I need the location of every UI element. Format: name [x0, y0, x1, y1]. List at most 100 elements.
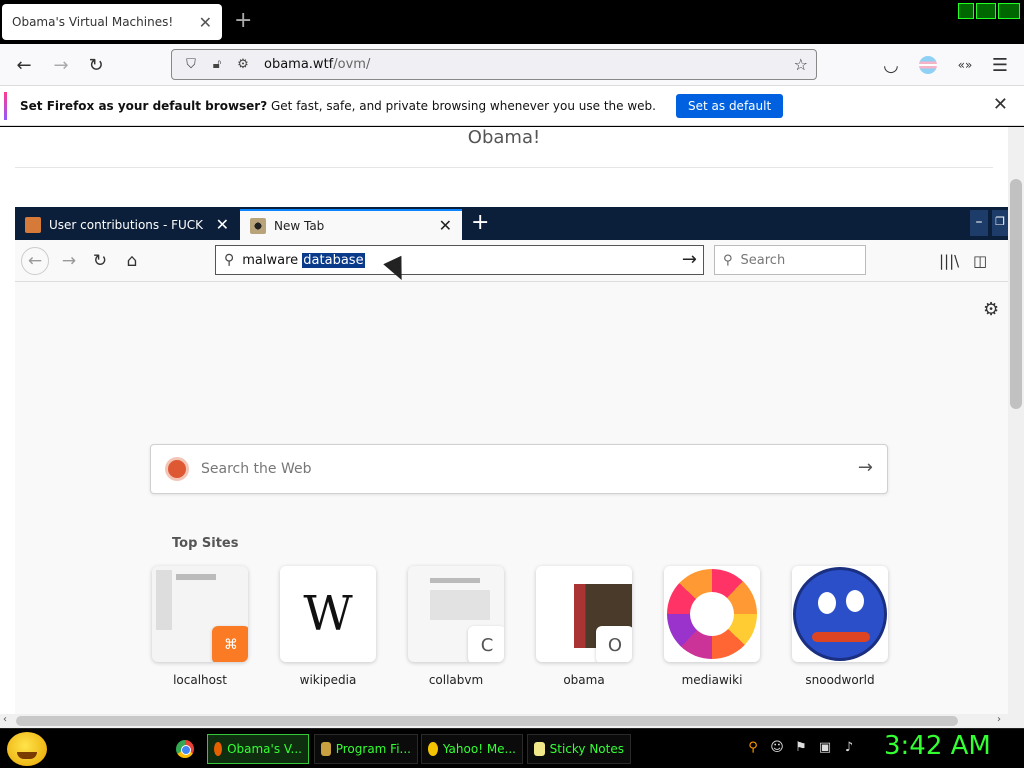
sunflower-petals — [667, 569, 757, 659]
address-text: obama.wtf/ovm/ — [264, 57, 370, 72]
vm-restore-button[interactable]: ❐ — [992, 210, 1008, 236]
top-site-label: mediawiki — [681, 673, 743, 687]
taskbar-item-label: Obama's V... — [227, 742, 302, 756]
site-thumbnail: C — [408, 566, 504, 662]
home-icon[interactable]: ⌂ — [118, 247, 146, 275]
top-site-snoodworld[interactable]: snoodworld — [792, 566, 888, 687]
eye-favicon-icon — [250, 217, 266, 234]
web-search-box[interactable]: Search the Web → — [150, 444, 888, 494]
thumb-heading — [176, 574, 216, 580]
pocket-icon[interactable]: ◡ — [878, 52, 904, 78]
snood-face — [793, 567, 887, 661]
hamburger-menu-icon[interactable]: ☰ — [987, 52, 1013, 78]
vm-screen[interactable]: User contributions - FUCK ✕ New Tab ✕ + … — [15, 207, 1008, 714]
shield-icon[interactable]: ⛉ — [180, 54, 202, 76]
wikipedia-icon: W — [280, 566, 376, 662]
gear-icon[interactable]: ⚙ — [983, 299, 999, 320]
chrome-icon[interactable] — [176, 740, 194, 758]
vm-address-input[interactable]: ⚲ malware database → — [215, 245, 704, 275]
duckduckgo-icon — [165, 457, 189, 481]
top-site-wikipedia[interactable]: W wikipedia — [280, 566, 376, 687]
top-site-obama[interactable]: O obama — [536, 566, 632, 687]
vm-nav-toolbar: ← → ↻ ⌂ ⚲ malware database → ⚲ Search ||… — [15, 240, 1008, 282]
mediawiki-sunflower-icon — [664, 566, 760, 662]
address-bar[interactable]: ⛉ 🔓︎ ⚙ obama.wtf/ovm/ ☆ — [171, 49, 817, 80]
infobar-accent — [4, 92, 7, 120]
vm-tab-new-tab[interactable]: New Tab ✕ — [240, 209, 462, 240]
web-search-placeholder: Search the Web — [201, 461, 312, 477]
search-go-arrow-icon[interactable]: → — [858, 457, 873, 478]
close-tab-icon[interactable]: ✕ — [439, 216, 452, 235]
vm-search-box[interactable]: ⚲ Search — [714, 245, 866, 275]
snood-eye-left — [818, 592, 836, 614]
yahoo-smiley-icon — [428, 742, 438, 756]
divider — [15, 167, 993, 168]
outer-tab-title: Obama's Virtual Machines! — [12, 15, 174, 29]
network-tray-icon[interactable]: ▣ — [817, 740, 833, 756]
top-site-label: localhost — [173, 673, 227, 687]
close-tab-icon[interactable]: ✕ — [216, 215, 229, 234]
taskbar-item-sticky-notes[interactable]: Sticky Notes — [527, 734, 631, 764]
library-icon[interactable]: |||\ — [939, 252, 959, 270]
forward-arrow-icon[interactable]: → — [48, 52, 74, 78]
scroll-left-icon[interactable]: ‹ — [3, 714, 7, 725]
account-avatar[interactable] — [915, 52, 941, 78]
vm-tab-user-contributions[interactable]: User contributions - FUCK ✕ — [15, 209, 239, 240]
scrollbar-thumb[interactable] — [1010, 179, 1022, 409]
search-icon: ⚲ — [224, 252, 235, 268]
window-maximize-button[interactable] — [976, 3, 996, 19]
page-settings-icon[interactable]: ⚙ — [232, 54, 254, 76]
window-minimize-button[interactable] — [958, 3, 974, 19]
flag-tray-icon[interactable]: ⚑ — [793, 740, 809, 756]
snood-eye-right — [846, 590, 864, 612]
folder-icon — [321, 742, 331, 756]
close-tab-icon[interactable]: ✕ — [199, 13, 212, 32]
vm-minimize-button[interactable]: – — [970, 210, 988, 236]
sunflower-center — [690, 592, 734, 636]
top-site-localhost[interactable]: ⌘ localhost — [152, 566, 248, 687]
new-tab-plus-icon[interactable]: + — [234, 8, 252, 34]
permissions-lock-icon[interactable]: 🔓︎ — [206, 54, 228, 76]
top-site-label: collabvm — [428, 673, 484, 687]
default-browser-infobar: Set Firefox as your default browser? Get… — [0, 86, 1024, 126]
extensions-icon[interactable]: «» — [952, 52, 978, 78]
taskbar-item-yahoo-messenger[interactable]: Yahoo! Me... — [421, 734, 523, 764]
obama-badge: O — [596, 626, 632, 662]
back-arrow-icon[interactable]: ← — [11, 52, 37, 78]
address-domain: obama.wtf — [264, 57, 334, 72]
search-tray-icon[interactable]: ⚲ — [745, 740, 761, 756]
start-button-smiley-icon[interactable] — [7, 732, 47, 766]
horizontal-scrollbar[interactable]: ‹ › — [0, 714, 1024, 728]
top-site-label: snoodworld — [805, 673, 875, 687]
top-site-mediawiki[interactable]: mediawiki — [664, 566, 760, 687]
top-site-collabvm[interactable]: C collabvm — [408, 566, 504, 687]
wikipedia-letter: W — [303, 586, 353, 642]
outer-tab-obama-vms[interactable]: Obama's Virtual Machines! ✕ — [2, 4, 222, 40]
collabvm-badge: C — [468, 626, 504, 662]
taskbar-item-program-files[interactable]: Program Fi... — [314, 734, 418, 764]
scroll-right-icon[interactable]: › — [997, 714, 1001, 725]
taskbar-item-obamas-vms[interactable]: Obama's V... — [207, 734, 309, 764]
search-icon: ⚲ — [723, 252, 733, 268]
messenger-tray-icon[interactable]: ☺ — [769, 740, 785, 756]
set-as-default-button[interactable]: Set as default — [676, 93, 784, 118]
volume-tray-icon[interactable]: ♪ — [841, 740, 857, 756]
back-arrow-icon[interactable]: ← — [21, 247, 49, 275]
reload-icon[interactable]: ↻ — [83, 52, 109, 78]
infobar-bold-text: Set Firefox as your default browser? — [20, 98, 268, 113]
taskbar-clock[interactable]: 3:42 AM — [884, 731, 991, 761]
new-tab-plus-icon[interactable]: + — [471, 210, 489, 235]
go-arrow-icon[interactable]: → — [682, 249, 697, 270]
close-infobar-icon[interactable]: ✕ — [993, 94, 1008, 115]
bookmark-star-icon[interactable]: ☆ — [794, 55, 808, 74]
thumb-content — [430, 590, 490, 620]
horizontal-scrollbar-thumb[interactable] — [16, 716, 958, 726]
reload-icon[interactable]: ↻ — [86, 247, 114, 275]
taskbar-item-label: Sticky Notes — [549, 742, 624, 756]
window-close-button[interactable] — [998, 3, 1020, 19]
sidebar-toggle-icon[interactable]: ◫ — [973, 252, 987, 270]
forward-arrow-icon[interactable]: → — [55, 247, 83, 275]
vm-tab-strip: User contributions - FUCK ✕ New Tab ✕ + … — [15, 207, 1008, 240]
vertical-scrollbar[interactable] — [1008, 127, 1024, 714]
selected-text: database — [302, 252, 365, 268]
